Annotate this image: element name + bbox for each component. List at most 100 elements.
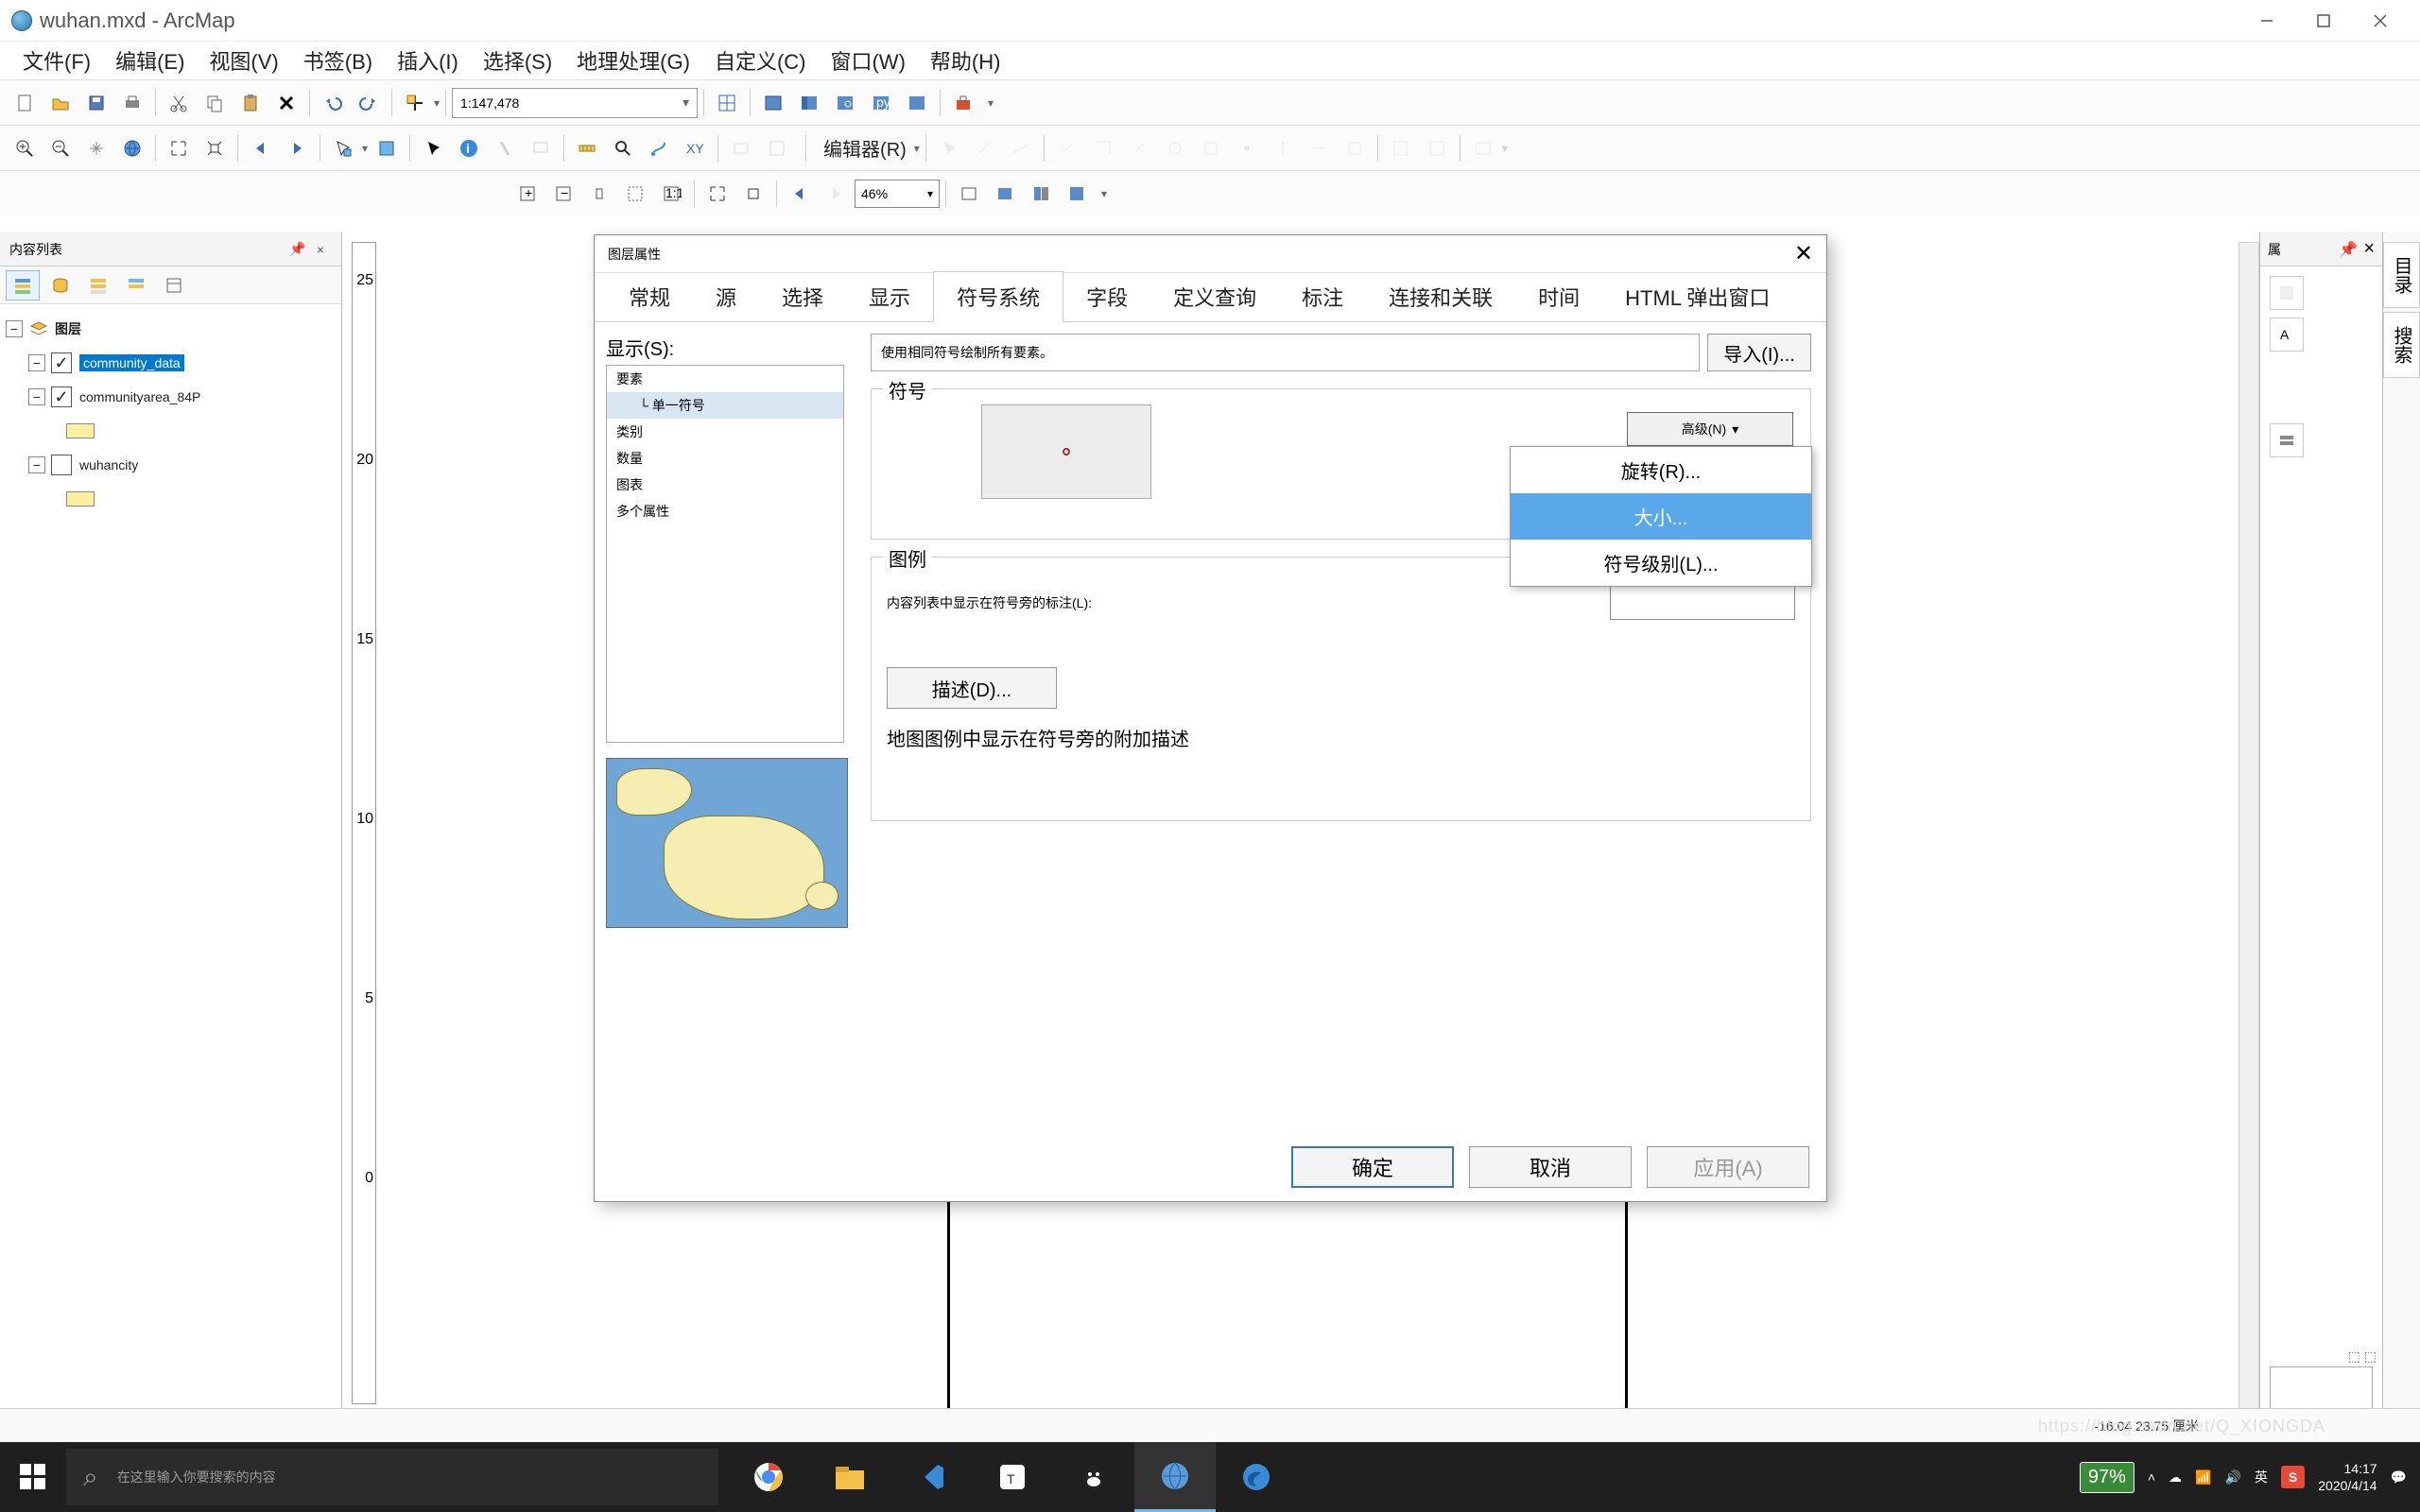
dialog-tab[interactable]: 常规: [606, 272, 693, 321]
delete-icon[interactable]: [269, 86, 303, 120]
collapse-icon[interactable]: −: [6, 320, 23, 337]
dialog-tab[interactable]: 源: [693, 272, 759, 321]
change-layout-icon[interactable]: [1024, 177, 1058, 211]
collapse-icon[interactable]: −: [28, 456, 45, 473]
zoom-in-icon[interactable]: [8, 131, 42, 165]
collapse-icon[interactable]: −: [28, 388, 45, 405]
dialog-close-icon[interactable]: ✕: [1794, 240, 1813, 267]
select-features-icon[interactable]: [326, 131, 360, 165]
modelbuilder-icon[interactable]: [900, 86, 934, 120]
menu-item[interactable]: 帮助(H): [921, 42, 1011, 79]
arcmap-taskbar-icon[interactable]: [1134, 1442, 1216, 1512]
layout-zoom-out-icon[interactable]: −: [546, 177, 580, 211]
list-by-selection-icon[interactable]: [119, 270, 153, 301]
zoom-percent-select[interactable]: 46%▾: [855, 180, 940, 208]
collapse-icon[interactable]: −: [28, 354, 45, 371]
show-category[interactable]: 要素: [607, 366, 843, 392]
pan-icon[interactable]: [79, 131, 113, 165]
data-driven-icon[interactable]: [1060, 177, 1094, 211]
menu-item[interactable]: 书签(B): [294, 42, 382, 79]
search-window-icon[interactable]: [828, 86, 862, 120]
identify-icon[interactable]: i: [452, 131, 486, 165]
minimize-button[interactable]: [2238, 4, 2295, 38]
tree-root[interactable]: − 图层: [6, 312, 336, 346]
wifi-icon[interactable]: 📶: [2195, 1469, 2211, 1486]
python-icon[interactable]: py: [864, 86, 898, 120]
redo-icon[interactable]: [352, 86, 386, 120]
taskbar-search[interactable]: ⌕在这里输入你要搜索的内容: [66, 1449, 718, 1505]
goto-xy-icon[interactable]: XY: [678, 131, 712, 165]
zoom-out-icon[interactable]: [43, 131, 78, 165]
battery-icon[interactable]: 97%: [2080, 1462, 2135, 1493]
show-list[interactable]: 要素└ 单一符号类别数量图表多个属性: [606, 365, 844, 743]
list-by-visibility-icon[interactable]: [81, 270, 115, 301]
dialog-tab[interactable]: HTML 弹出窗口: [1602, 272, 1792, 321]
menu-item[interactable]: 选择(S): [474, 42, 562, 79]
pin-icon[interactable]: 📌: [286, 241, 309, 257]
show-category[interactable]: 类别: [607, 419, 843, 445]
undo-icon[interactable]: [316, 86, 350, 120]
measure-icon[interactable]: [570, 131, 604, 165]
dialog-tab[interactable]: 定义查询: [1150, 272, 1279, 321]
layout-pan-icon[interactable]: [582, 177, 616, 211]
dialog-tab[interactable]: 标注: [1279, 272, 1366, 321]
adv-menu-item[interactable]: 符号级别(L)...: [1511, 540, 1811, 586]
close-icon[interactable]: ×: [2363, 238, 2375, 260]
pointer-icon[interactable]: [416, 131, 450, 165]
show-category[interactable]: 数量: [607, 445, 843, 472]
layout-100-icon[interactable]: 1:1: [654, 177, 688, 211]
layout-prev-icon[interactable]: [783, 177, 817, 211]
clear-selection-icon[interactable]: [370, 131, 404, 165]
cut-icon[interactable]: [162, 86, 196, 120]
dialog-tab[interactable]: 选择: [759, 272, 846, 321]
adv-menu-item[interactable]: 旋转(R)...: [1511, 447, 1811, 493]
ok-button[interactable]: 确定: [1291, 1146, 1454, 1188]
layout-zoom-in-icon[interactable]: +: [510, 177, 544, 211]
attr-btn1-icon[interactable]: [2270, 276, 2304, 310]
focus-frame-icon[interactable]: [988, 177, 1022, 211]
search-tab[interactable]: 搜索: [2383, 312, 2420, 378]
paste-icon[interactable]: [233, 86, 268, 120]
maximize-button[interactable]: [2295, 4, 2352, 38]
clock[interactable]: 14:17 2020/4/14: [2318, 1460, 2377, 1494]
onedrive-icon[interactable]: ☁: [2169, 1469, 2182, 1486]
menu-item[interactable]: 窗口(W): [821, 42, 914, 79]
close-button[interactable]: [2352, 4, 2409, 38]
layer-row[interactable]: −community_data: [6, 346, 336, 380]
dialog-tab[interactable]: 字段: [1063, 272, 1150, 321]
full-extent-icon[interactable]: [115, 131, 149, 165]
catalog-icon[interactable]: [792, 86, 826, 120]
editor-label[interactable]: 编辑器(R): [818, 134, 912, 162]
save-icon[interactable]: [79, 86, 113, 120]
apply-button[interactable]: 应用(A): [1647, 1146, 1809, 1188]
menu-item[interactable]: 地理处理(G): [567, 42, 700, 79]
attr-btn2-icon[interactable]: A: [2270, 318, 2304, 352]
prev-extent-icon[interactable]: [244, 131, 278, 165]
catalog-tab[interactable]: 目录: [2383, 242, 2420, 308]
scrollbar-vertical[interactable]: [2238, 242, 2259, 1419]
advanced-button[interactable]: 高级(N)▾: [1627, 412, 1793, 446]
chrome-icon[interactable]: [728, 1442, 809, 1512]
menu-item[interactable]: 编辑(E): [106, 42, 194, 79]
layer-row[interactable]: −communityarea_84P: [6, 380, 336, 414]
ime-indicator[interactable]: 英: [2255, 1468, 2268, 1486]
attr-btn3-icon[interactable]: [2270, 423, 2304, 457]
layout-fixed-out-icon[interactable]: [736, 177, 770, 211]
dialog-tab[interactable]: 符号系统: [933, 271, 1063, 322]
start-button[interactable]: [0, 1442, 66, 1512]
vscode-icon[interactable]: [890, 1442, 972, 1512]
editor-toolbar-icon[interactable]: [710, 86, 744, 120]
list-by-source-icon[interactable]: [43, 270, 78, 301]
fixed-zoom-in-icon[interactable]: [162, 131, 196, 165]
toggle-draft-icon[interactable]: [952, 177, 986, 211]
layout-fixed-in-icon[interactable]: [700, 177, 735, 211]
menu-item[interactable]: 插入(I): [388, 42, 468, 79]
toc-label-input[interactable]: [1610, 586, 1795, 620]
dialog-tab[interactable]: 连接和关联: [1366, 272, 1515, 321]
show-category[interactable]: 图表: [607, 472, 843, 498]
symbol-preview[interactable]: [981, 404, 1151, 499]
edge-icon[interactable]: [1216, 1442, 1297, 1512]
new-icon[interactable]: [8, 86, 42, 120]
volume-icon[interactable]: 🔊: [2224, 1469, 2240, 1486]
menu-item[interactable]: 自定义(C): [705, 42, 816, 79]
